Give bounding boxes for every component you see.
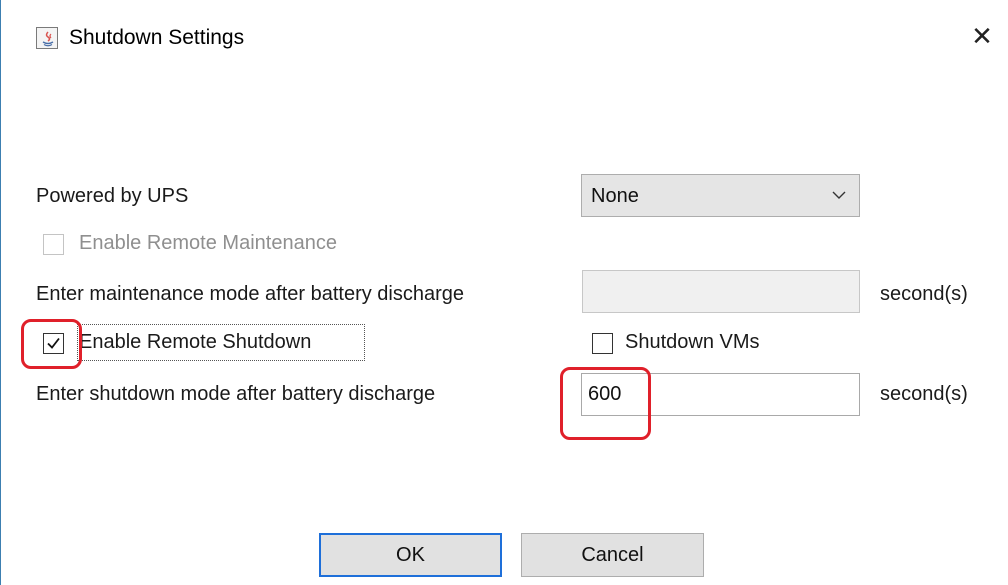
title-bar: Shutdown Settings ✕ xyxy=(1,0,1008,78)
shutdown-vms-label: Shutdown VMs xyxy=(625,331,760,353)
shutdown-unit-label: second(s) xyxy=(880,383,968,405)
ok-button[interactable]: OK xyxy=(319,533,502,577)
shutdown-mode-label: Enter shutdown mode after battery discha… xyxy=(36,383,436,405)
ups-select[interactable]: None xyxy=(581,174,860,217)
maintenance-seconds-input[interactable] xyxy=(583,271,859,312)
cancel-button[interactable]: Cancel xyxy=(521,533,704,577)
shutdown-settings-dialog: Shutdown Settings ✕ Powered by UPS None … xyxy=(0,0,1008,585)
checkbox-annotation-highlight xyxy=(21,319,82,369)
chevron-down-icon xyxy=(831,187,847,203)
ups-select-value: None xyxy=(591,185,639,207)
shutdown-vms-checkbox[interactable] xyxy=(592,333,613,354)
remote-maintenance-checkbox[interactable] xyxy=(43,234,64,255)
maintenance-seconds-field[interactable] xyxy=(582,270,860,313)
maintenance-mode-label: Enter maintenance mode after battery dis… xyxy=(36,283,465,305)
remote-shutdown-label: Enable Remote Shutdown xyxy=(79,331,312,353)
java-app-icon xyxy=(36,27,58,49)
remote-maintenance-label: Enable Remote Maintenance xyxy=(79,232,337,254)
maintenance-unit-label: second(s) xyxy=(880,283,968,305)
powered-by-ups-label: Powered by UPS xyxy=(36,185,189,207)
window-title: Shutdown Settings xyxy=(69,26,245,49)
close-icon[interactable]: ✕ xyxy=(965,20,999,54)
value-annotation-highlight xyxy=(560,367,651,440)
